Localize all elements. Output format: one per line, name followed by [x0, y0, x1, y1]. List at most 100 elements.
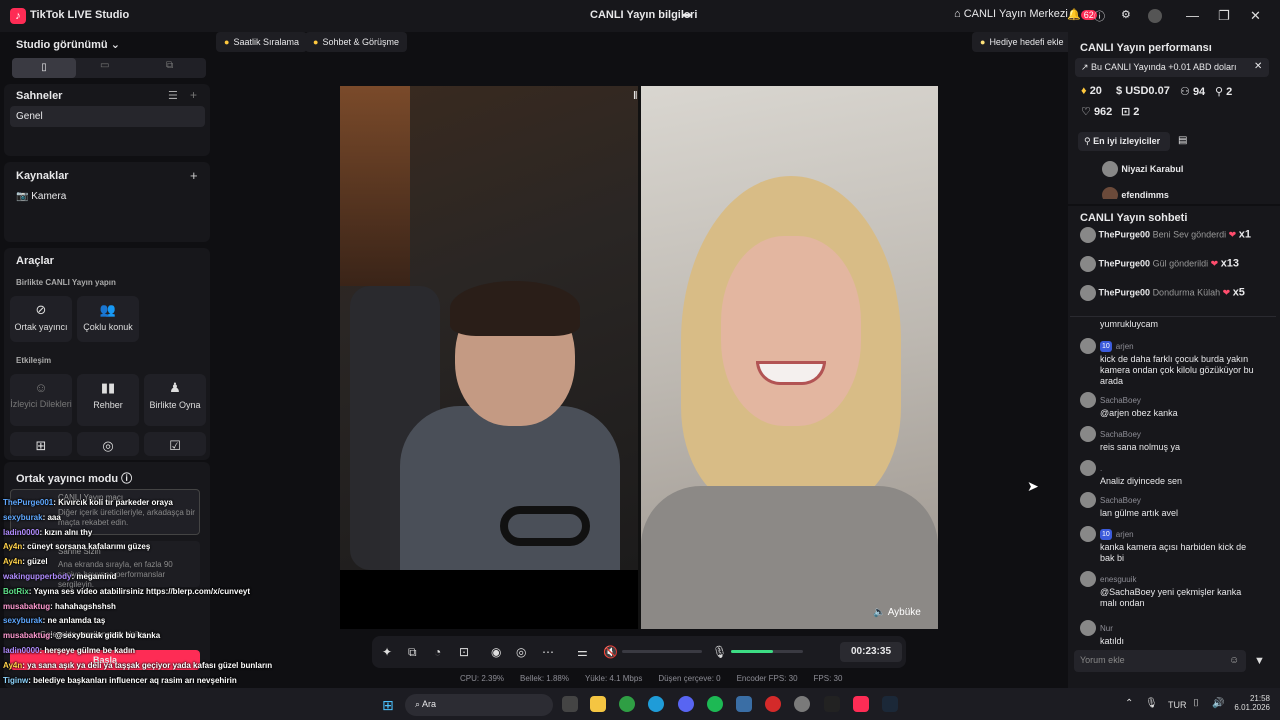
close-icon[interactable]: ✕ — [1250, 8, 1261, 24]
overlay-chat-text: : aaa — [42, 512, 61, 522]
app-icon[interactable] — [794, 696, 810, 712]
network-app-icon[interactable] — [736, 696, 752, 712]
live-chat-title: CANLI Yayın sohbeti — [1080, 212, 1188, 224]
add-source-icon[interactable]: + — [190, 168, 198, 183]
microphone-icon[interactable]: 🎙 — [712, 645, 727, 659]
settings-gear-icon[interactable]: ⚙ — [1121, 8, 1131, 21]
spotify-icon[interactable] — [707, 696, 723, 712]
live-center-button[interactable]: ⌂ CANLI Yayın Merkezi — [954, 8, 1068, 20]
steam-icon[interactable] — [882, 696, 898, 712]
gift-goal-pill[interactable]: ● Hediye hedefi ekle — [972, 32, 1072, 52]
chat-message[interactable]: Nur katıldı — [1080, 620, 1258, 647]
sources-title: Kaynaklar — [16, 170, 69, 182]
play-together-button[interactable]: ♟ Birlikte Oyna — [144, 374, 206, 426]
maximize-icon[interactable]: ❐ — [1218, 8, 1230, 24]
sliders-icon[interactable]: ⚌ — [577, 645, 588, 659]
help-icon[interactable]: ⓘ — [1094, 8, 1105, 24]
more-icon[interactable]: ⋯ — [542, 645, 554, 659]
clock[interactable]: 21:58 6.01.2026 — [1230, 694, 1270, 712]
record-icon[interactable]: ◉ — [491, 645, 501, 659]
terminal-icon[interactable] — [824, 696, 840, 712]
chat-message[interactable]: SachaBoey lan gülme artık avel — [1080, 492, 1258, 519]
language-indicator[interactable]: TUR — [1168, 700, 1187, 710]
mic-tray-icon[interactable]: 🎙 — [1145, 698, 1158, 709]
overlay-chat-user: sexyburak — [3, 616, 43, 626]
level-badge: 10 — [1100, 340, 1112, 352]
chat-message[interactable]: enesguuik @SachaBoey yeni çekmişler kanka… — [1080, 571, 1258, 609]
top-viewers-tab[interactable]: ⚲ En iyi izleyiciler — [1078, 132, 1170, 151]
multiguest-button[interactable]: 👥 Çoklu konuk — [77, 296, 139, 342]
network-icon[interactable]: ⌷ — [1193, 698, 1199, 709]
chat-call-pill[interactable]: ● Sohbet & Görüşme — [305, 32, 407, 52]
magic-wand-icon[interactable]: ✦ — [382, 645, 392, 659]
chat-message[interactable]: SachaBoey @arjen obez kanka — [1080, 392, 1258, 419]
mic-volume-slider[interactable] — [731, 650, 803, 653]
close-banner-icon[interactable]: ✕ — [1254, 61, 1262, 72]
chat-message[interactable]: 10 arjen kanka kamera açısı harbiden kick … — [1080, 526, 1258, 564]
task-view-icon[interactable] — [562, 696, 578, 712]
emoji-icon[interactable]: ☺ — [1229, 655, 1239, 666]
tool-b-icon: ◎ — [102, 438, 114, 453]
add-scene-icon[interactable]: + — [190, 88, 197, 102]
chat-message[interactable]: SachaBoey reis sana nolmuş ya — [1080, 426, 1258, 453]
list-icon[interactable]: ☰ — [168, 89, 178, 102]
tool-button-a[interactable]: ⊞ — [10, 432, 72, 456]
minimize-icon[interactable]: — — [1186, 8, 1199, 23]
usd-value: USD0.07 — [1125, 85, 1170, 97]
edge-icon[interactable] — [648, 696, 664, 712]
overlay-chat-user: wakingupperbody — [3, 572, 72, 581]
taskbar-search[interactable]: ⌕ Ara — [405, 694, 553, 716]
chat-message[interactable]: 10 arjen kick de daha farklı çocuk burda y… — [1080, 338, 1258, 387]
notification-bell-icon[interactable]: 🔔 62 — [1067, 8, 1097, 21]
follower-icon: ⚲ — [1215, 86, 1224, 98]
share-icon[interactable]: ➦ — [682, 8, 692, 22]
gifts-value: 2 — [1133, 106, 1140, 118]
tool-button-c[interactable]: ☑ — [144, 432, 206, 456]
gift-row[interactable]: ThePurge00 Beni Sev gönderdi ❤ x1 — [1080, 227, 1270, 243]
cohost-mode-title: Ortak yayıncı modu ⓘ — [16, 470, 132, 486]
chevron-up-icon[interactable]: ⌃ — [1125, 698, 1133, 709]
guide-button[interactable]: ▮▮ Rehber — [77, 374, 139, 426]
discord-icon[interactable] — [678, 696, 694, 712]
tool-a-icon: ⊞ — [35, 438, 47, 453]
source-item-camera[interactable]: 📷 Kamera — [16, 191, 66, 202]
tiktok-taskbar-icon[interactable] — [853, 696, 869, 712]
speaker-volume-slider[interactable] — [622, 650, 702, 653]
cohost-button[interactable]: ⊘ Ortak yayıncı — [10, 296, 72, 342]
help-circle-icon[interactable]: ⓘ — [121, 473, 132, 485]
scene-item-genel[interactable]: Genel — [10, 106, 205, 127]
file-explorer-icon[interactable] — [590, 696, 606, 712]
avatar[interactable] — [1148, 9, 1162, 23]
studio-view-dropdown[interactable]: Studio görünümü ⌄ — [16, 38, 120, 51]
gift-row[interactable]: ThePurge00 Dondurma Külah ❤ x5 — [1080, 285, 1270, 301]
game-icon: ♟ — [169, 380, 181, 395]
sticker-icon[interactable]: ◔ — [434, 645, 441, 659]
tool-button-b[interactable]: ◎ — [77, 432, 139, 456]
opera-icon[interactable] — [765, 696, 781, 712]
effects-icon[interactable]: ⧉ — [408, 645, 417, 660]
viewers-icon: ⚇ — [1180, 86, 1190, 98]
chat-user: SachaBoey — [1100, 395, 1141, 405]
portrait-icon[interactable]: ▯ — [12, 58, 76, 78]
landscape-icon[interactable]: ▭ — [100, 60, 109, 71]
overlay-chat-user: musabaktug — [3, 601, 51, 611]
top-viewer-row-1[interactable]: Niyazi Karabul — [1102, 161, 1183, 177]
top-viewer-row-2[interactable]: efendimms — [1102, 187, 1169, 199]
chat-message[interactable]: . Analiz diyincede sen — [1080, 460, 1258, 487]
filter-icon[interactable]: ▼ — [1254, 655, 1265, 667]
volume-icon[interactable]: 🔊 — [1212, 698, 1224, 709]
trend-icon: ↗ — [1081, 62, 1092, 72]
speaker-muted-icon[interactable]: 🔇 — [603, 645, 618, 659]
viewer-requests-button[interactable]: ☺ İzleyici Dilekleri — [10, 374, 72, 426]
hourly-ranking-pill[interactable]: ● Saatlik Sıralama — [216, 32, 307, 52]
chat-message[interactable]: yumrukluycam — [1080, 319, 1258, 330]
gift-row[interactable]: ThePurge00 Gül gönderildi ❤ x13 — [1080, 256, 1270, 272]
screen-icon[interactable]: ⊡ — [459, 645, 469, 659]
requests-icon: ☺ — [34, 380, 48, 395]
windows-start-icon[interactable]: ⊞ — [382, 697, 394, 714]
chrome-icon[interactable] — [619, 696, 635, 712]
list-view-icon[interactable]: ▤ — [1178, 135, 1187, 146]
camera-settings-icon[interactable]: ◎ — [516, 645, 526, 659]
comment-input[interactable]: Yorum ekle — [1074, 650, 1246, 672]
dual-icon[interactable]: ⧉ — [166, 60, 173, 71]
